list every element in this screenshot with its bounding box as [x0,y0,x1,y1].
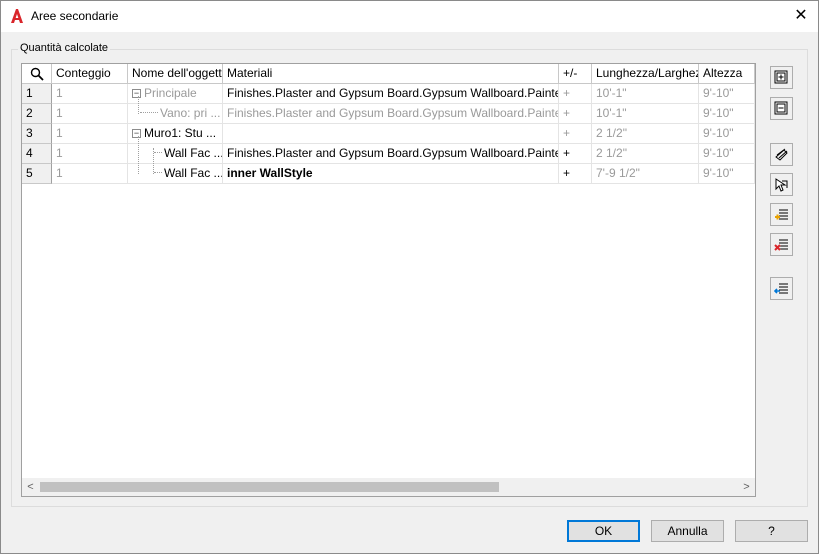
row-number[interactable]: 4 [22,144,52,164]
material-cell[interactable]: Finishes.Plaster and Gypsum Board.Gypsum… [223,84,559,104]
search-icon [30,67,44,81]
column-header-plus-minus[interactable]: +/- [559,64,592,84]
plus-minus-cell[interactable]: + [559,164,592,184]
count-cell[interactable]: 1 [52,124,128,144]
table-row[interactable]: 5 1 Wall Fac ... inner WallStyle + 7'-9 … [22,164,755,184]
length-cell[interactable]: 2 1/2" [592,124,699,144]
column-header-object-name[interactable]: Nome dell'oggetto [128,64,223,84]
object-name-cell[interactable]: Wall Fac ... [128,164,223,184]
search-column-header[interactable] [22,64,52,84]
object-name-text: Vano: pri ... [160,106,221,120]
ok-button[interactable]: OK [567,520,640,542]
count-cell[interactable]: 1 [52,104,128,124]
tree-line [138,136,139,174]
scroll-left-button[interactable]: < [22,478,39,496]
count-cell[interactable]: 1 [52,164,128,184]
object-name-text: Muro1: Stu ... [144,126,217,140]
material-cell[interactable]: Finishes.Plaster and Gypsum Board.Gypsum… [223,104,559,124]
length-cell[interactable]: 10'-1" [592,84,699,104]
horizontal-scrollbar[interactable]: < > [22,478,755,496]
row-number[interactable]: 2 [22,104,52,124]
material-cell[interactable] [223,124,559,144]
column-header-height[interactable]: Altezza [699,64,755,84]
remove-row-icon [774,239,788,251]
pick-objects-button[interactable] [770,173,793,196]
table-row[interactable]: 1 1 − Principale Finishes.Plaster and Gyp… [22,84,755,104]
add-subarea-button[interactable] [770,66,793,89]
autocad-a-icon [10,8,24,24]
tree-line [138,96,139,114]
height-cell[interactable]: 9'-10" [699,124,755,144]
scroll-thumb[interactable] [40,482,499,492]
height-cell[interactable]: 9'-10" [699,144,755,164]
collapse-icon[interactable]: − [132,129,141,139]
subtract-subarea-icon [774,101,788,115]
height-cell[interactable]: 9'-10" [699,164,755,184]
quantities-table: Conteggio Nome dell'oggetto Materiali +/… [21,63,756,497]
import-row-button[interactable] [770,277,793,300]
plus-minus-cell[interactable]: + [559,144,592,164]
material-cell[interactable]: Finishes.Plaster and Gypsum Board.Gypsum… [223,144,559,164]
tree-connector [154,164,162,173]
add-row-icon [775,209,788,220]
length-cell[interactable]: 2 1/2" [592,144,699,164]
height-cell[interactable]: 9'-10" [699,104,755,124]
length-cell[interactable]: 10'-1" [592,104,699,124]
table-row[interactable]: 4 1 Wall Fac ... Finishes.Plaster and Gy… [22,144,755,164]
column-header-count[interactable]: Conteggio [52,64,128,84]
column-header-materials[interactable]: Materiali [223,64,559,84]
tree-line [153,148,154,174]
object-name-text: Wall Fac ... [164,166,223,180]
table-row[interactable]: 3 1 − Muro1: Stu ... + 2 1/2" 9'-10" [22,124,755,144]
plus-minus-cell[interactable]: + [559,124,592,144]
subtract-subarea-button[interactable] [770,97,793,120]
row-number[interactable]: 3 [22,124,52,144]
table-header-row: Conteggio Nome dell'oggetto Materiali +/… [22,64,755,84]
count-cell[interactable]: 1 [52,84,128,104]
group-legend: Quantità calcolate [18,42,111,54]
object-name-text: Principale [144,86,197,100]
row-number[interactable]: 5 [22,164,52,184]
object-name-cell[interactable]: − Muro1: Stu ... [128,124,223,144]
add-row-button[interactable] [770,203,793,226]
height-cell[interactable]: 9'-10" [699,84,755,104]
title-bar: Aree secondarie ✕ [1,1,818,32]
select-object-icon [775,148,788,161]
row-number[interactable]: 1 [22,84,52,104]
tree-connector [140,104,158,113]
plus-minus-cell[interactable]: + [559,104,592,124]
material-cell[interactable]: inner WallStyle [223,164,559,184]
object-name-cell[interactable]: Wall Fac ... [128,144,223,164]
object-name-cell[interactable]: Vano: pri ... [128,104,223,124]
collapse-icon[interactable]: − [132,89,141,99]
object-name-cell[interactable]: − Principale [128,84,223,104]
cancel-button[interactable]: Annulla [651,520,724,542]
table-row[interactable]: 2 1 Vano: pri ... Finishes.Plaster and G… [22,104,755,124]
length-cell[interactable]: 7'-9 1/2" [592,164,699,184]
remove-row-button[interactable] [770,233,793,256]
import-row-icon [774,283,788,294]
plus-minus-cell[interactable]: + [559,84,592,104]
pick-objects-icon [775,178,788,192]
add-subarea-icon [774,70,788,84]
dialog-window: Aree secondarie ✕ Quantità calcolate Con… [0,0,819,554]
help-button[interactable]: ? [735,520,808,542]
select-object-button[interactable] [770,143,793,166]
count-cell[interactable]: 1 [52,144,128,164]
tree-connector [154,144,162,153]
column-header-length-width[interactable]: Lunghezza/Larghezza [592,64,699,84]
scroll-right-button[interactable]: > [738,478,755,496]
close-button[interactable]: ✕ [784,1,818,32]
object-name-text: Wall Fac ... [164,146,223,160]
window-title: Aree secondarie [31,9,119,23]
